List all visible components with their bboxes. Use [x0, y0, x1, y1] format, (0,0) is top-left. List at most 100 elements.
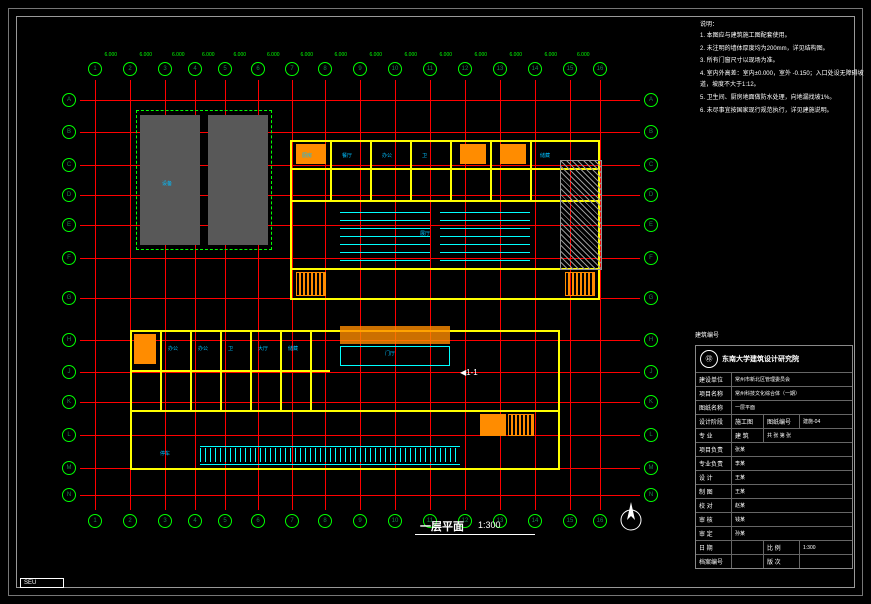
wall	[190, 330, 192, 410]
note-item: 5. 卫生间、厨房地面做防水处理，向地漏找坡1%。	[700, 93, 865, 104]
wall	[410, 140, 412, 200]
tb-label: 专 业	[696, 429, 732, 442]
grid-bubble: J	[644, 365, 658, 379]
north-arrow-icon	[620, 500, 642, 532]
tb-label: 日 期	[696, 541, 732, 554]
tb-value	[732, 541, 764, 554]
parking-slot	[210, 448, 216, 462]
grid-bubble: 8	[318, 514, 332, 528]
grid-bubble: 4	[188, 62, 202, 76]
plan-title: 一层平面	[420, 518, 464, 534]
grid-bubble: H	[644, 333, 658, 347]
parking-slot	[260, 448, 266, 462]
tb-label: 审 定	[696, 527, 732, 540]
grid-bubble: 5	[218, 514, 232, 528]
dim-label: 6.000	[267, 52, 280, 58]
wall	[290, 168, 600, 170]
tb-value: 李某	[732, 457, 852, 470]
title-underline	[415, 534, 535, 535]
grid-bubble: 8	[318, 62, 332, 76]
stair-core	[134, 334, 156, 364]
parking-slot	[250, 448, 256, 462]
dim-label: 6.000	[405, 52, 418, 58]
grid-bubble: A	[644, 93, 658, 107]
wall	[220, 330, 222, 410]
dim-label: 6.000	[140, 52, 153, 58]
dim-label: 6.000	[577, 52, 590, 58]
room-label: 大厅	[258, 345, 268, 352]
tb-label: 设 计	[696, 471, 732, 484]
grid-bubble: F	[62, 251, 76, 265]
parking-slot	[410, 448, 416, 462]
tb-label: 项目负责	[696, 443, 732, 456]
room-label: 设备	[162, 180, 172, 187]
wall	[370, 140, 372, 200]
wall	[330, 140, 332, 200]
project-no-label: 建筑编号	[695, 330, 719, 339]
parking-slot	[280, 448, 286, 462]
tb-value: 孙某	[732, 527, 852, 540]
slab-outline	[136, 110, 272, 250]
parking-slot	[290, 448, 296, 462]
parking-slot	[420, 448, 426, 462]
tb-label: 图纸编号	[764, 415, 800, 428]
grid-bubble: M	[62, 461, 76, 475]
dim-label: 6.000	[440, 52, 453, 58]
floor-plan: AABBCCDDEEFFGGHHJJKKLLMMNN116.000226.000…	[40, 40, 670, 560]
tb-value: 常州科技文化综合体（一期）	[732, 387, 852, 400]
note-item: 1. 本图应与建筑施工图配套使用。	[700, 31, 865, 42]
note-item: 6. 未尽事宜按国家现行规范执行，详见建施说明。	[700, 106, 865, 117]
grid-bubble: A	[62, 93, 76, 107]
tb-label: 版 次	[764, 555, 800, 568]
grid-bubble: C	[644, 158, 658, 172]
tb-label: 建设单位	[696, 373, 732, 386]
grid-bubble: E	[62, 218, 76, 232]
grid-bubble: 11	[423, 62, 437, 76]
grid-bubble: L	[62, 428, 76, 442]
dim-label: 6.000	[475, 52, 488, 58]
dim-label: 6.000	[545, 52, 558, 58]
tb-label: 图纸名称	[696, 401, 732, 414]
grid-bubble: 5	[218, 62, 232, 76]
room-label: 储藏	[540, 152, 550, 159]
parking-slot	[330, 448, 336, 462]
room-label: 停车	[160, 450, 170, 457]
tb-label: 专业负责	[696, 457, 732, 470]
room-label: 厨房	[302, 152, 312, 159]
tb-label: 制 图	[696, 485, 732, 498]
wall	[130, 410, 560, 412]
grid-bubble: H	[62, 333, 76, 347]
grid-bubble: 10	[388, 514, 402, 528]
grid-bubble: 16	[593, 514, 607, 528]
parking-slot	[380, 448, 386, 462]
wall	[310, 330, 312, 410]
grid-bubble: K	[644, 395, 658, 409]
stamp-box: SEU	[20, 578, 64, 588]
grid-bubble: G	[644, 291, 658, 305]
grid-bubble: C	[62, 158, 76, 172]
grid-bubble: 9	[353, 514, 367, 528]
parking-slot	[310, 448, 316, 462]
room-label: 餐厅	[342, 152, 352, 159]
tb-value	[800, 555, 852, 568]
tb-label: 审 核	[696, 513, 732, 526]
grid-bubble: 6	[251, 62, 265, 76]
dim-label: 6.000	[335, 52, 348, 58]
grid-bubble: 7	[285, 514, 299, 528]
grid-bubble: 1	[88, 62, 102, 76]
grid-bubble: 12	[458, 62, 472, 76]
room-label: 储藏	[288, 345, 298, 352]
grid-bubble: 16	[593, 62, 607, 76]
room-label: 卫	[422, 152, 427, 159]
tb-value: 施工图	[732, 415, 764, 428]
note-item: 2. 未注明的墙体厚度均为200mm，详见结构图。	[700, 44, 865, 55]
louver-block	[560, 160, 602, 270]
tb-value: 赵某	[732, 499, 852, 512]
grid-bubble: 15	[563, 62, 577, 76]
tb-value: 建施-04	[800, 415, 852, 428]
tb-label: 比 例	[764, 541, 800, 554]
grid-bubble: 9	[353, 62, 367, 76]
title-block: ㊞ 东南大学建筑设计研究院 建设单位常州市新北区管理委员会 项目名称常州科技文化…	[695, 345, 853, 569]
grid-bubble: E	[644, 218, 658, 232]
grid-bubble: 7	[285, 62, 299, 76]
